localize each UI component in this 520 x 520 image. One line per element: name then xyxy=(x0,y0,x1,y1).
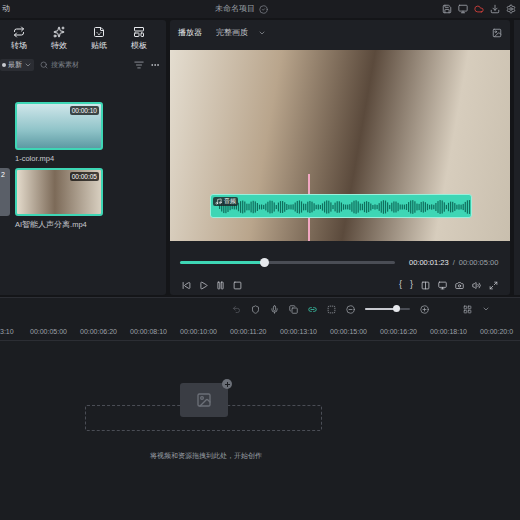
partial-card[interactable]: 2 xyxy=(0,168,10,216)
download-icon[interactable] xyxy=(490,4,500,14)
mic-icon[interactable] xyxy=(270,305,279,314)
fullscreen-icon[interactable] xyxy=(489,281,498,290)
cloud-icon[interactable] xyxy=(474,4,484,14)
search-field[interactable]: 搜索素材 xyxy=(40,60,79,71)
ruler-tick: 00:00:18:10 xyxy=(430,327,480,338)
layout-icon[interactable] xyxy=(421,281,430,290)
tab-icon xyxy=(133,26,145,38)
stop-icon[interactable] xyxy=(233,281,242,290)
more-icon[interactable] xyxy=(150,60,160,70)
duration-badge: 00:00:05 xyxy=(70,172,99,181)
search-icon xyxy=(40,61,48,69)
video-preview: 音频 xyxy=(170,50,510,241)
media-name: 1-color.mp4 xyxy=(15,153,103,164)
skip-back-icon[interactable] xyxy=(182,281,191,290)
shield-icon[interactable] xyxy=(251,305,260,314)
progress-bar[interactable] xyxy=(180,261,395,264)
copy-icon[interactable] xyxy=(289,305,298,314)
media-panel: 转场特效贴纸模板最新搜索素材 00:00:10 1-color.mp4 2 00:00:… xyxy=(0,20,166,295)
undo-icon[interactable] xyxy=(232,305,241,314)
card-badge: 2 xyxy=(1,170,5,181)
ruler-tick: 00:00:20:0 xyxy=(480,327,520,338)
camera-icon[interactable] xyxy=(455,281,464,290)
media-tab[interactable]: 转场 xyxy=(0,26,38,52)
project-title[interactable]: 未命名项目 xyxy=(215,3,255,15)
timeline-panel: 3:1000:00:05:0000:00:06:2000:00:08:1000:… xyxy=(0,297,520,520)
save-icon[interactable] xyxy=(442,4,452,14)
drop-hint: 将视频和资源拖拽到此处，开始创作 xyxy=(150,452,262,459)
filter-icon[interactable] xyxy=(134,60,144,70)
zoom-slider[interactable] xyxy=(365,308,410,310)
ruler-tick: 00:00:11:20 xyxy=(230,327,280,338)
title-bar: 动 未命名项目 xyxy=(0,0,520,18)
player-panel: 播放器完整画质音频00:00:01:23/00:00:05:00{} xyxy=(170,20,510,295)
music-icon xyxy=(215,198,222,205)
ruler-tick: 3:10 xyxy=(0,327,30,338)
sort-dropdown[interactable]: 最新 xyxy=(0,59,34,71)
monitor-icon[interactable] xyxy=(438,281,447,290)
grid-icon[interactable] xyxy=(463,305,472,314)
quality-dropdown[interactable]: 完整画质 xyxy=(216,27,266,39)
settings-icon[interactable] xyxy=(506,4,516,14)
current-time: 00:00:01:23 xyxy=(409,257,449,268)
ruler-tick: 00:00:16:20 xyxy=(380,327,430,338)
audio-clip[interactable]: 音频 xyxy=(210,194,472,218)
chevron-down-icon xyxy=(24,61,32,69)
media-card[interactable]: 00:00:10 1-color.mp4 xyxy=(15,102,103,164)
tab-icon xyxy=(13,26,25,38)
zoom-in-icon[interactable] xyxy=(420,305,429,314)
chevron-down-icon[interactable] xyxy=(482,305,490,313)
media-tab[interactable]: 特效 xyxy=(40,26,78,52)
total-time: 00:00:05:00 xyxy=(459,257,499,268)
zoom-out-icon[interactable] xyxy=(346,305,355,314)
add-media-icon[interactable] xyxy=(180,383,228,417)
timeline-toolbar xyxy=(0,298,520,320)
snapshot-icon[interactable] xyxy=(492,28,502,38)
chevron-down-icon xyxy=(258,29,266,37)
media-tab[interactable]: 贴纸 xyxy=(80,26,118,52)
play-icon[interactable] xyxy=(199,281,208,290)
waveform-icon xyxy=(219,195,471,219)
pause-icon[interactable] xyxy=(216,281,225,290)
app: 动 未命名项目转场特效贴纸模板最新搜索素材 00:00:10 1-color.mp4 2… xyxy=(0,0,520,520)
mark-in-button[interactable]: { xyxy=(399,278,402,292)
status-icon xyxy=(259,5,268,14)
mark-out-button[interactable]: } xyxy=(410,278,413,292)
ruler-tick: 00:00:15:00 xyxy=(330,327,380,338)
duration-badge: 00:00:10 xyxy=(70,106,99,115)
link-icon[interactable] xyxy=(308,305,317,314)
tab-icon xyxy=(93,26,105,38)
media-card[interactable]: 00:00:05 AI智能人声分离.mp4 xyxy=(15,168,103,230)
snap-icon[interactable] xyxy=(327,305,336,314)
media-tab[interactable]: 模板 xyxy=(120,26,158,52)
player-label: 播放器 xyxy=(178,27,202,39)
volume-icon[interactable] xyxy=(472,281,481,290)
ruler-tick: 00:00:08:10 xyxy=(130,327,180,338)
timeline-ruler: 3:1000:00:05:0000:00:06:2000:00:08:1000:… xyxy=(0,326,520,338)
ruler-tick: 00:00:13:10 xyxy=(280,327,330,338)
ruler-tick: 00:00:05:00 xyxy=(30,327,80,338)
ruler-tick: 00:00:06:20 xyxy=(80,327,130,338)
tab-icon xyxy=(53,26,65,38)
title-prefix: 动 xyxy=(2,3,10,15)
ruler-tick: 00:00:10:00 xyxy=(180,327,230,338)
monitor-icon[interactable] xyxy=(458,4,468,14)
media-name: AI智能人声分离.mp4 xyxy=(15,219,103,230)
